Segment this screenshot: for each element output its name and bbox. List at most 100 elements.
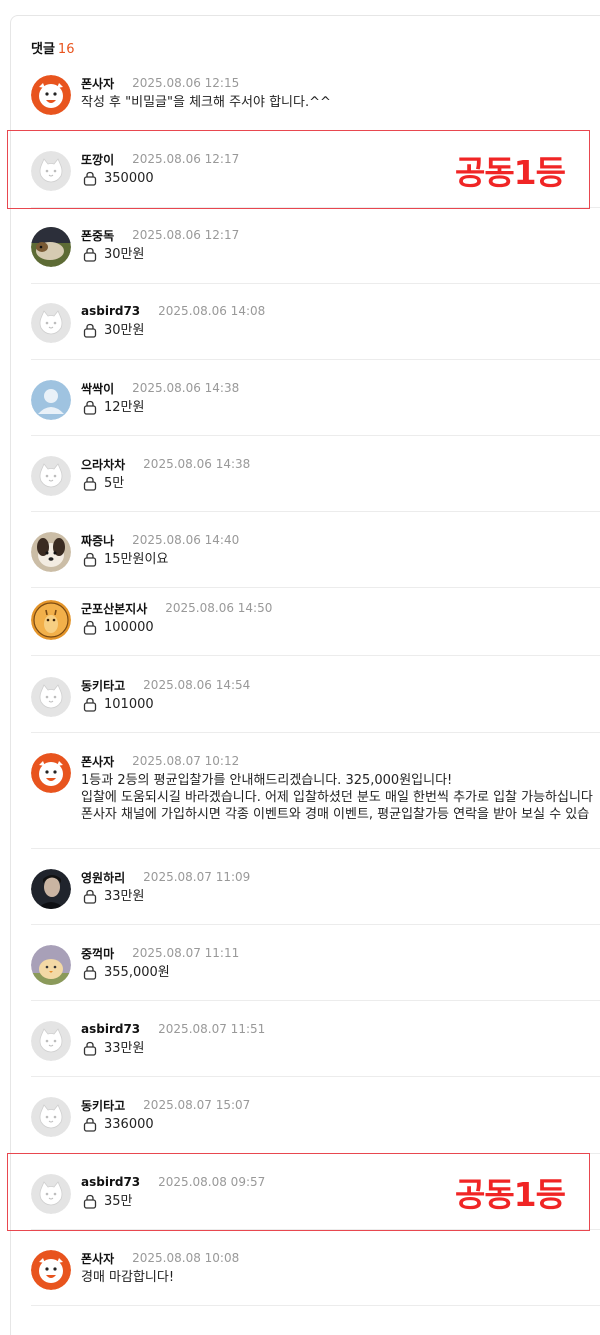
comment-date: 2025.08.07 15:07	[143, 1098, 251, 1112]
comment-item: 동키타고 2025.08.07 15:07 336000	[31, 1097, 600, 1154]
comment-item: 영원하리 2025.08.07 11:09 33만원	[31, 869, 600, 925]
comment-text: 30만원	[104, 247, 145, 262]
comment-date: 2025.08.06 14:08	[158, 304, 266, 318]
avatar[interactable]	[31, 532, 71, 572]
comment-date: 2025.08.06 14:40	[132, 533, 240, 547]
avatar[interactable]	[31, 753, 71, 793]
comment-meta: 군포산본지사 2025.08.06 14:50	[81, 600, 272, 616]
comment-body: 30만원	[81, 246, 144, 263]
comment-item: 으라차차 2025.08.06 14:38 5만	[31, 456, 600, 512]
comment-body: 경매 마감합니다!	[81, 1269, 174, 1286]
avatar[interactable]	[31, 75, 71, 115]
comment-date: 2025.08.08 10:08	[132, 1251, 240, 1265]
comment-body: 작성 후 "비밀글"을 체크해 주서야 합니다.^^	[81, 94, 331, 111]
lock-icon	[83, 247, 97, 262]
comment-date: 2025.08.07 11:11	[132, 946, 240, 960]
comment-meta: 폰사자 2025.08.07 10:12	[81, 753, 239, 769]
comment-item: 폰사자 2025.08.08 10:08 경매 마감합니다!	[31, 1250, 600, 1306]
comment-author[interactable]: asbird73	[81, 1022, 140, 1036]
comment-count: 16	[57, 42, 75, 57]
joint-first-badge: 공동1등	[454, 1175, 566, 1214]
comment-item: 폰중독 2025.08.06 12:17 30만원	[31, 227, 600, 284]
comment-text: 355,000원	[104, 965, 170, 980]
comment-meta: 폰사자 2025.08.06 12:15	[81, 75, 239, 91]
comment-meta: 폰사자 2025.08.08 10:08	[81, 1250, 239, 1266]
avatar[interactable]	[31, 677, 71, 717]
comment-body: 33만원	[81, 1040, 144, 1057]
comment-item: 싹싹이 2025.08.06 14:38 12만원	[31, 380, 600, 436]
comment-text: 12만원	[104, 400, 145, 415]
comment-date: 2025.08.07 11:51	[158, 1022, 266, 1036]
comment-meta: 폰중독 2025.08.06 12:17	[81, 227, 239, 243]
comment-text: 1등과 2등의 평균입찰가를 안내해드리겠습니다. 325,000원입니다!	[81, 773, 453, 788]
lock-icon	[83, 620, 97, 635]
lock-icon	[83, 965, 97, 980]
comment-author[interactable]: 중꺽마	[81, 945, 114, 962]
highlight-box: 공동1등	[7, 1153, 590, 1231]
comment-item: 짜증나 2025.08.06 14:40 15만원이요	[31, 532, 600, 588]
lock-icon	[83, 697, 97, 712]
avatar[interactable]	[31, 1250, 71, 1290]
comment-text: 입찰에 도움되시길 바라겠습니다. 어제 입찰하셨던 분도 매일 한번씩 추가로…	[81, 790, 593, 805]
comment-body: 30만원	[81, 322, 144, 339]
comment-meta: 짜증나 2025.08.06 14:40	[81, 532, 239, 548]
avatar[interactable]	[31, 456, 71, 496]
comment-author[interactable]: 영원하리	[81, 869, 125, 886]
lock-icon	[83, 323, 97, 338]
comment-author[interactable]: 폰사자	[81, 75, 114, 92]
comment-author[interactable]: 짜증나	[81, 532, 114, 549]
comment-meta: asbird73 2025.08.07 11:51	[81, 1021, 265, 1037]
comment-item: 중꺽마 2025.08.07 11:11 355,000원	[31, 945, 600, 1001]
comment-meta: 싹싹이 2025.08.06 14:38	[81, 380, 239, 396]
comment-text: 33만원	[104, 1041, 145, 1056]
joint-first-badge: 공동1등	[454, 152, 566, 192]
lock-icon	[83, 400, 97, 415]
avatar[interactable]	[31, 380, 71, 420]
comment-meta: 영원하리 2025.08.07 11:09	[81, 869, 250, 885]
comment-meta: 으라차차 2025.08.06 14:38	[81, 456, 250, 472]
comment-body: 100000	[81, 619, 154, 636]
comment-meta: 동키타고 2025.08.06 14:54	[81, 677, 250, 693]
comment-meta: 중꺽마 2025.08.07 11:11	[81, 945, 239, 961]
lock-icon	[83, 889, 97, 904]
avatar[interactable]	[31, 1021, 71, 1061]
avatar[interactable]	[31, 1097, 71, 1137]
comment-date: 2025.08.07 11:09	[143, 870, 251, 884]
comment-text: 경매 마감합니다!	[81, 1270, 175, 1285]
avatar[interactable]	[31, 227, 71, 267]
comment-author[interactable]: 군포산본지사	[81, 600, 147, 617]
comment-date: 2025.08.07 10:12	[132, 754, 240, 768]
comment-text: 101000	[104, 697, 154, 712]
comment-item: asbird73 2025.08.06 14:08 30만원	[31, 303, 600, 360]
comment-item: asbird73 2025.08.07 11:51 33만원	[31, 1021, 600, 1077]
comment-item: 폰사자 2025.08.06 12:15 작성 후 "비밀글"을 체크해 주서야 합…	[31, 75, 600, 119]
comment-author[interactable]: 동키타고	[81, 677, 125, 694]
comment-item: 폰사자 2025.08.07 10:12 1등과 2등의 평균입찰가를 안내해드리겠…	[31, 753, 600, 849]
avatar[interactable]	[31, 869, 71, 909]
comment-author[interactable]: 폰중독	[81, 227, 114, 244]
comment-body: 5만	[81, 475, 124, 492]
comment-meta: 동키타고 2025.08.07 15:07	[81, 1097, 250, 1113]
avatar[interactable]	[31, 600, 71, 640]
comment-item: 동키타고 2025.08.06 14:54 101000	[31, 677, 600, 733]
comment-author[interactable]: 으라차차	[81, 456, 125, 473]
comment-date: 2025.08.06 12:15	[132, 76, 240, 90]
comment-author[interactable]: 폰사자	[81, 1250, 114, 1267]
comment-text: 폰사자 채널에 가입하시면 각종 이벤트와 경매 이벤트, 평균입찰가등 연락을…	[81, 807, 590, 822]
comment-author[interactable]: 폰사자	[81, 753, 114, 770]
comment-text: 5만	[104, 476, 125, 491]
comment-body: 101000	[81, 696, 154, 713]
lock-icon	[83, 1041, 97, 1056]
avatar[interactable]	[31, 945, 71, 985]
comment-body: 12만원	[81, 399, 144, 416]
comment-text: 33만원	[104, 889, 145, 904]
comment-author[interactable]: 동키타고	[81, 1097, 125, 1114]
lock-icon	[83, 552, 97, 567]
comment-date: 2025.08.06 14:54	[143, 678, 251, 692]
comment-author[interactable]: 싹싹이	[81, 380, 114, 397]
comment-author[interactable]: asbird73	[81, 304, 140, 318]
comment-date: 2025.08.06 14:38	[143, 457, 251, 471]
avatar[interactable]	[31, 303, 71, 343]
comment-item: 군포산본지사 2025.08.06 14:50 100000	[31, 600, 600, 656]
lock-icon	[83, 476, 97, 491]
